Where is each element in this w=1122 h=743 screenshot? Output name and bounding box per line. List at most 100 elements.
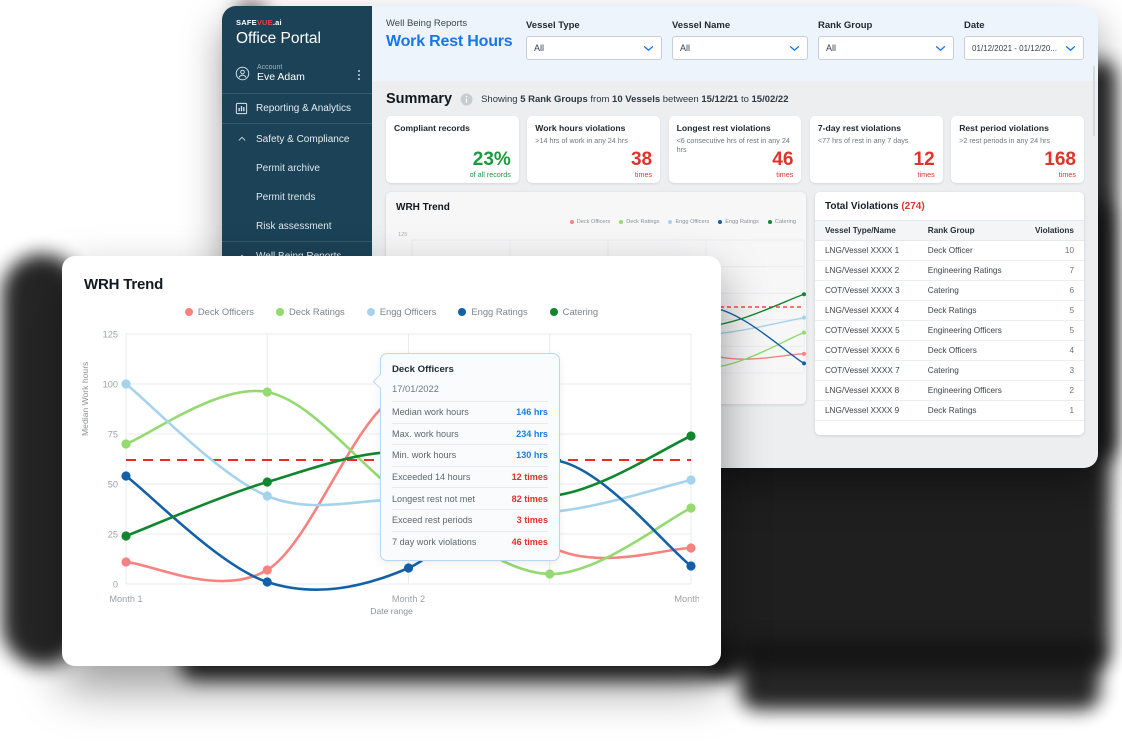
cell-violations: 5 bbox=[1019, 320, 1084, 341]
sidebar-item-label: Reporting & Analytics bbox=[256, 103, 352, 115]
table-row[interactable]: LNG/Vessel XXXX 8 Engineering Officers 2 bbox=[815, 380, 1084, 401]
tooltip-row-value: 234 hrs bbox=[516, 428, 548, 439]
legend-item-deck-ratings[interactable]: Deck Ratings bbox=[275, 306, 345, 317]
total-violations-title: Total Violations (274) bbox=[815, 192, 1084, 220]
cell-vessel: COT/Vessel XXXX 6 bbox=[815, 340, 918, 361]
tooltip-row: Longest rest not met 82 times bbox=[392, 487, 548, 509]
cell-violations: 7 bbox=[1019, 260, 1084, 281]
table-row[interactable]: COT/Vessel XXXX 5 Engineering Officers 5 bbox=[815, 320, 1084, 341]
cell-vessel: COT/Vessel XXXX 7 bbox=[815, 360, 918, 381]
cell-vessel: LNG/Vessel XXXX 1 bbox=[815, 240, 918, 261]
tooltip-row: 7 day work violations 46 times bbox=[392, 530, 548, 553]
card-value: 168 bbox=[1044, 149, 1076, 170]
cell-rank-group: Engineering Officers bbox=[917, 320, 1020, 341]
select-value: All bbox=[534, 43, 545, 53]
total-violations-panel: Total Violations (274) Vessel Type/Name … bbox=[815, 66, 1095, 435]
logo-part-vue: VUE bbox=[256, 18, 273, 27]
summary-card[interactable]: Compliant records 23% of all records bbox=[386, 116, 519, 183]
summary-card[interactable]: Work hours violations >14 hrs of work in… bbox=[527, 116, 661, 183]
showing-prefix: Showing bbox=[481, 93, 521, 105]
card-value: 23% bbox=[472, 149, 511, 170]
cell-rank-group: Catering bbox=[917, 360, 1020, 381]
tooltip-row: Min. work hours 130 hrs bbox=[392, 444, 548, 466]
tooltip-row: Exceed rest periods 3 times bbox=[392, 508, 548, 531]
cell-violations: 6 bbox=[1019, 280, 1084, 301]
card-title: Compliant records bbox=[394, 123, 470, 133]
legend-item-engg-ratings[interactable]: Engg Ratings bbox=[458, 306, 528, 317]
account-row[interactable]: Account Eve Adam bbox=[222, 58, 372, 95]
legend-label: Deck Ratings bbox=[626, 219, 660, 225]
card-unit: times bbox=[634, 170, 653, 179]
cell-rank-group: Deck Officers bbox=[917, 340, 1020, 361]
column-header-vessel[interactable]: Vessel Type/Name bbox=[815, 220, 918, 241]
legend-label: Catering bbox=[562, 306, 599, 317]
legend-item[interactable]: Engg Officers bbox=[668, 219, 709, 225]
table-row[interactable]: COT/Vessel XXXX 6 Deck Officers 4 bbox=[815, 340, 1084, 361]
sidebar-item-reporting-analytics[interactable]: Reporting & Analytics bbox=[222, 94, 372, 125]
info-icon[interactable] bbox=[460, 93, 473, 106]
legend-dot-icon bbox=[184, 307, 193, 316]
chevron-down-icon bbox=[935, 45, 946, 51]
filter-date: Date 01/12/2021 - 01/12/20... bbox=[964, 20, 1084, 60]
legend-dot-icon bbox=[458, 307, 467, 316]
cell-vessel: LNG/Vessel XXXX 9 bbox=[815, 400, 918, 421]
card-unit: times bbox=[776, 170, 794, 179]
column-header-rank-group[interactable]: Rank Group bbox=[917, 220, 1020, 241]
card-unit: of all records bbox=[469, 170, 511, 179]
summary-card[interactable]: 7-day rest violations <77 hrs of rest in… bbox=[809, 116, 943, 183]
sidebar-item-permit-archive[interactable]: Permit archive bbox=[222, 154, 372, 183]
modal-title: WRH Trend bbox=[84, 276, 164, 293]
legend-item-catering[interactable]: Catering bbox=[549, 306, 599, 317]
sidebar-item-risk-assessment[interactable]: Risk assessment bbox=[222, 212, 372, 241]
card-unit: times bbox=[917, 170, 935, 179]
legend-dot-icon bbox=[366, 307, 375, 316]
legend-item[interactable]: Catering bbox=[767, 219, 796, 225]
date-range-select[interactable]: 01/12/2021 - 01/12/20... bbox=[964, 36, 1084, 60]
legend-item[interactable]: Deck Ratings bbox=[619, 219, 659, 225]
vessel-type-select[interactable]: All bbox=[526, 36, 662, 60]
account-menu-kebab-icon[interactable] bbox=[358, 69, 360, 80]
tooltip-row: Median work hours 146 hrs bbox=[392, 401, 548, 423]
card-unit: times bbox=[1058, 170, 1076, 179]
legend-item-deck-officers[interactable]: Deck Officers bbox=[184, 306, 254, 317]
filter-vessel-name: Vessel Name All bbox=[672, 20, 808, 60]
table-row[interactable]: COT/Vessel XXXX 3 Catering 6 bbox=[815, 280, 1084, 301]
legend-item[interactable]: Deck Officers bbox=[569, 219, 610, 225]
svg-text:125: 125 bbox=[103, 330, 118, 340]
legend-item-engg-officers[interactable]: Engg Officers bbox=[366, 306, 436, 317]
table-row[interactable]: LNG/Vessel XXXX 4 Deck Ratings 5 bbox=[815, 300, 1084, 321]
summary-title: Summary bbox=[386, 91, 453, 107]
column-header-violations[interactable]: Violations bbox=[1019, 220, 1084, 241]
vessel-name-select[interactable]: All bbox=[672, 36, 808, 60]
cell-violations: 3 bbox=[1019, 360, 1084, 381]
tooltip-row-value: 12 times bbox=[511, 472, 548, 483]
logo-part-ai: .ai bbox=[272, 18, 282, 27]
app-logo[interactable]: SAFEVUE.ai Office Portal bbox=[222, 6, 372, 58]
summary-card[interactable]: Rest period violations >2 rest periods i… bbox=[951, 116, 1084, 183]
showing-to-word: to bbox=[738, 93, 752, 105]
select-value: All bbox=[826, 43, 837, 53]
card-title: Longest rest violations bbox=[676, 123, 771, 133]
card-value: 12 bbox=[913, 149, 935, 170]
table-row[interactable]: LNG/Vessel XXXX 9 Deck Ratings 1 bbox=[815, 400, 1084, 421]
tooltip-row-label: Exceed rest periods bbox=[392, 515, 473, 526]
table-row[interactable]: LNG/Vessel XXXX 1 Deck Officer 10 bbox=[815, 240, 1084, 261]
sidebar-item-label: Safety & Compliance bbox=[256, 133, 350, 145]
chevron-down-icon bbox=[643, 45, 654, 51]
table-row[interactable]: COT/Vessel XXXX 7 Catering 3 bbox=[815, 360, 1084, 381]
summary-card[interactable]: Longest rest violations <6 consecutive h… bbox=[668, 116, 802, 183]
summary-showing-text: Showing 5 Rank Groups from 10 Vessels be… bbox=[481, 94, 788, 105]
wrh-trend-modal: WRH Trend Deck Officers Deck Ratings Eng… bbox=[62, 256, 721, 666]
legend-label: Engg Ratings bbox=[471, 306, 528, 317]
filter-vessel-type: Vessel Type All bbox=[526, 20, 662, 60]
legend-label: Deck Ratings bbox=[288, 306, 345, 317]
account-label: Account bbox=[257, 64, 283, 71]
sidebar-item-permit-trends[interactable]: Permit trends bbox=[222, 183, 372, 212]
showing-between: between bbox=[660, 93, 702, 105]
rank-group-select[interactable]: All bbox=[818, 36, 954, 60]
wrh-mini-ytick: 125 bbox=[398, 232, 408, 238]
cell-rank-group: Deck Officer bbox=[917, 240, 1020, 261]
table-row[interactable]: LNG/Vessel XXXX 2 Engineering Ratings 7 bbox=[815, 260, 1084, 281]
legend-item[interactable]: Engg Ratings bbox=[718, 219, 759, 225]
sidebar-item-safety-compliance[interactable]: Safety & Compliance bbox=[222, 124, 372, 154]
